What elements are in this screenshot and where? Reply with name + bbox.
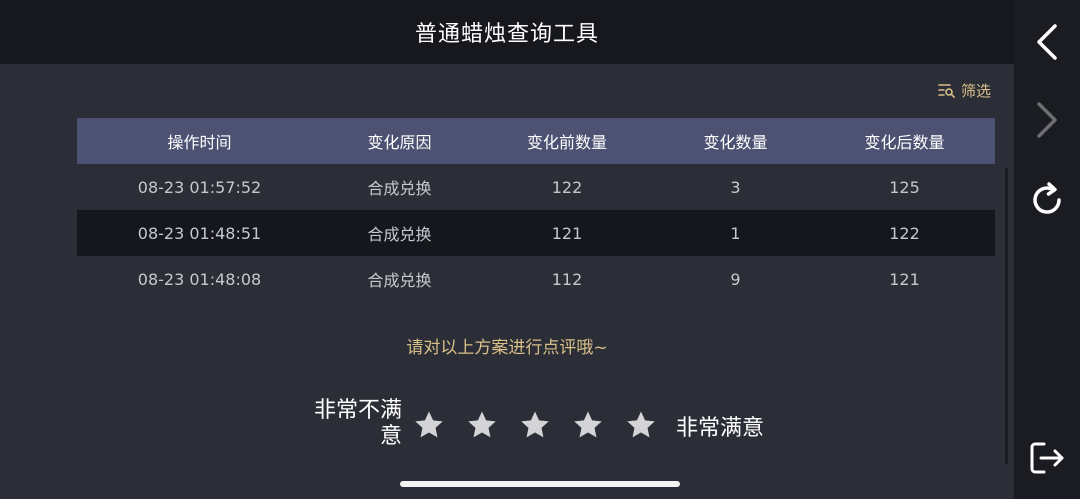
star-icon[interactable]	[518, 408, 552, 442]
table-row: 08-23 01:57:52 合成兑换 122 3 125	[77, 164, 995, 210]
header-bar: 普通蜡烛查询工具	[0, 0, 1014, 64]
table-header: 操作时间 变化原因 变化前数量 变化数量 变化后数量	[77, 118, 995, 164]
cell-reason: 合成兑换	[367, 225, 432, 244]
page-title: 普通蜡烛查询工具	[414, 22, 599, 47]
exit-icon	[1030, 442, 1064, 474]
column-header-before: 变化前数量	[526, 133, 607, 152]
star-icon[interactable]	[624, 408, 658, 442]
home-indicator[interactable]	[400, 481, 680, 487]
rating-prompt: 请对以上方案进行点评哦~	[406, 338, 608, 358]
cell-time: 08-23 01:57:52	[137, 177, 262, 197]
exit-button[interactable]	[1027, 438, 1067, 478]
filter-label: 筛选	[961, 81, 992, 100]
cell-after: 121	[889, 269, 920, 289]
rating-low-label: 非常不满 意	[292, 398, 402, 450]
refresh-button[interactable]	[1027, 180, 1067, 220]
star-icon[interactable]	[412, 408, 446, 442]
column-header-change: 变化数量	[703, 133, 768, 152]
cell-before: 112	[551, 269, 583, 289]
cell-time: 08-23 01:48:51	[137, 223, 262, 243]
cell-change: 1	[730, 223, 741, 243]
table-row: 08-23 01:48:08 合成兑换 112 9 121	[77, 256, 995, 302]
cell-after: 122	[889, 223, 920, 243]
cell-before: 122	[551, 177, 583, 197]
refresh-icon	[1033, 182, 1061, 214]
column-header-reason: 变化原因	[367, 133, 432, 152]
cell-reason: 合成兑换	[367, 179, 432, 198]
rating-low-label-line1: 非常不满	[313, 398, 402, 423]
table-row: 08-23 01:48:51 合成兑换 121 1 122	[77, 210, 995, 256]
cell-time: 08-23 01:48:08	[137, 269, 262, 289]
app: 普通蜡烛查询工具 筛选 操作时间 变化原因 变化前数量 变化数量 变化后数量 0…	[0, 0, 1014, 499]
star-icon[interactable]	[465, 408, 499, 442]
cell-change: 3	[730, 177, 741, 197]
cell-reason: 合成兑换	[367, 271, 432, 290]
forward-button[interactable]	[1027, 100, 1067, 140]
cell-before: 121	[551, 223, 583, 243]
forward-icon	[1037, 102, 1057, 138]
column-header-time: 操作时间	[167, 133, 232, 152]
rating-widget: 非常不满 意 非常满意	[0, 398, 1014, 454]
filter-button[interactable]: 筛选	[938, 80, 991, 100]
star-icon[interactable]	[571, 408, 605, 442]
rating-high-label: 非常满意	[676, 416, 765, 441]
back-icon	[1037, 24, 1057, 60]
rating-low-label-line2: 意	[379, 424, 402, 449]
records-table: 操作时间 变化原因 变化前数量 变化数量 变化后数量 08-23 01:57:5…	[77, 118, 995, 302]
cell-after: 125	[889, 177, 920, 197]
column-header-after: 变化后数量	[864, 133, 945, 152]
back-button[interactable]	[1027, 22, 1067, 62]
filter-search-icon	[938, 84, 955, 98]
side-nav	[1014, 0, 1080, 499]
cell-change: 9	[730, 269, 741, 289]
